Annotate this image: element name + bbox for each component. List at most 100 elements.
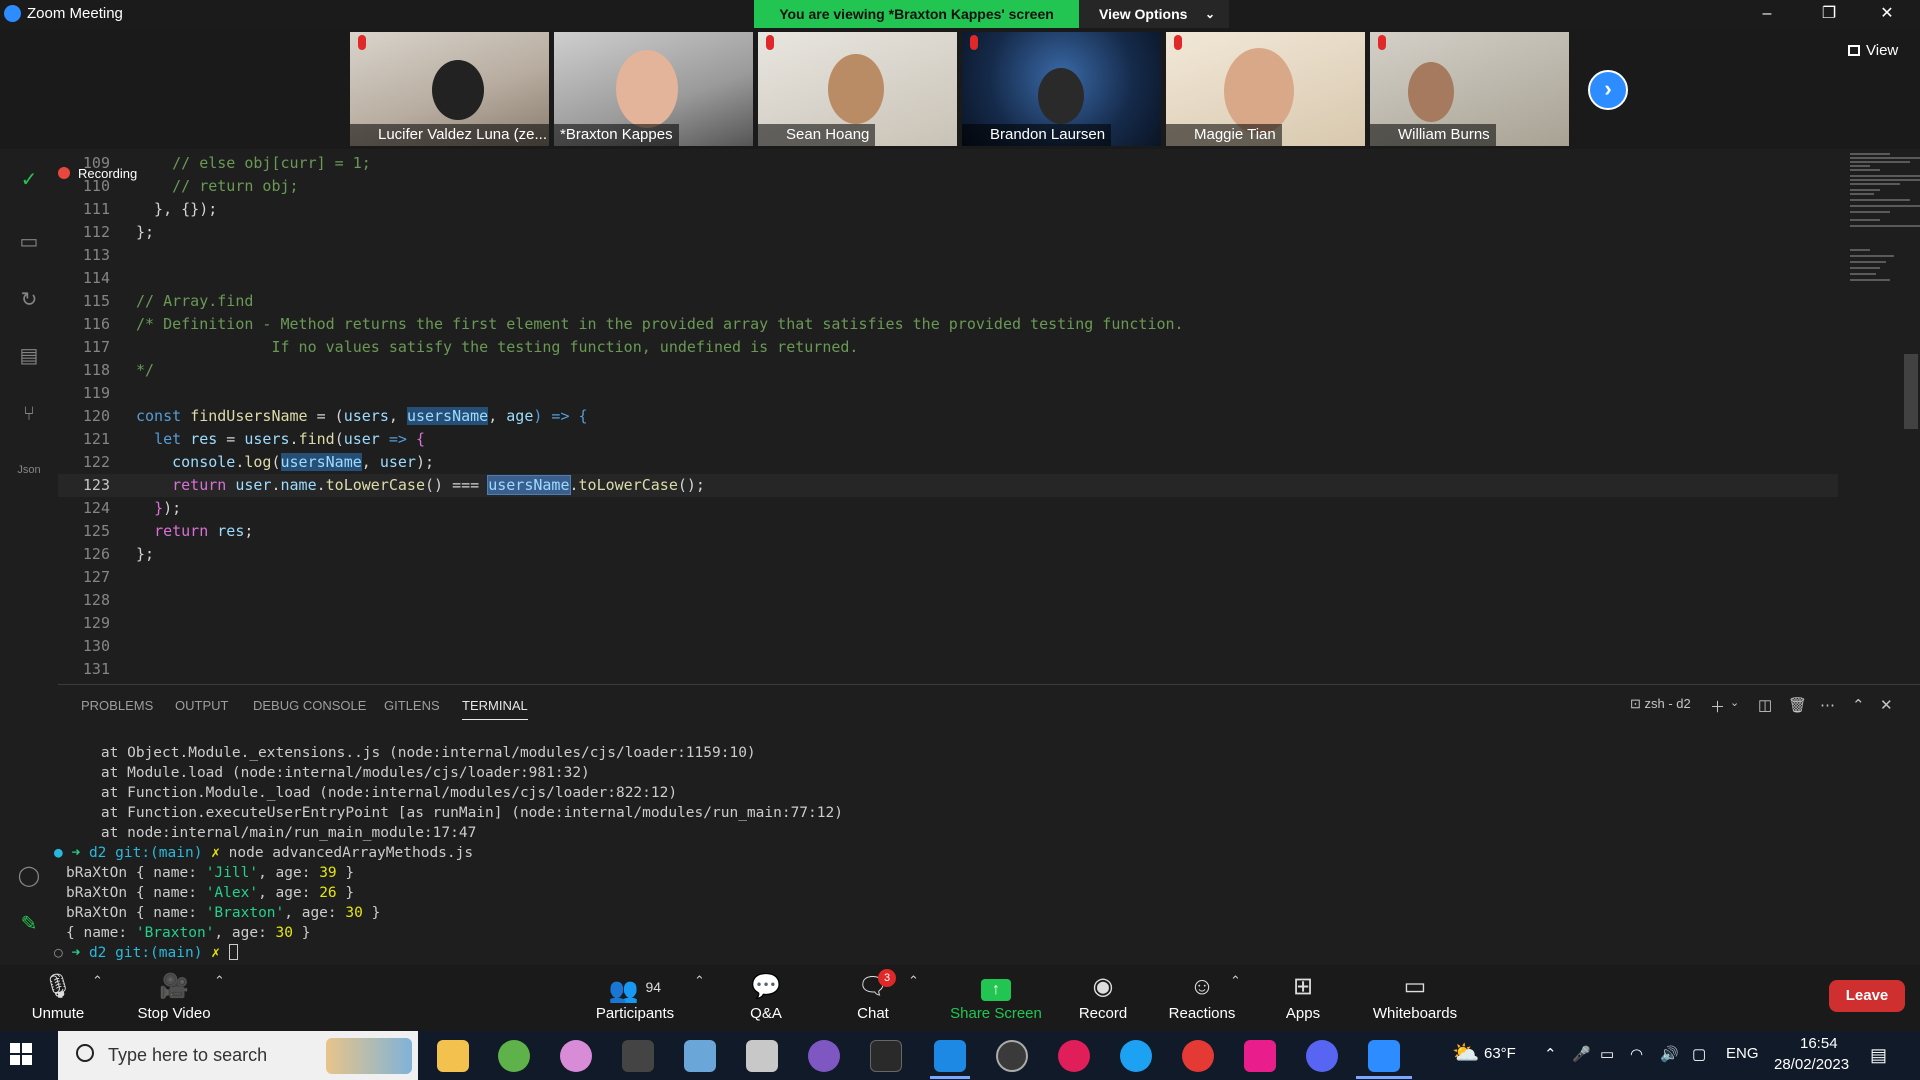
new-terminal-plus-icon[interactable]: ＋ xyxy=(1710,696,1725,717)
record-button[interactable]: ◉ Record xyxy=(1076,971,1130,1022)
battery-icon[interactable]: ▭ xyxy=(1600,1045,1614,1063)
gallery-next-button[interactable]: › xyxy=(1588,70,1628,110)
reactions-button[interactable]: ☺ Reactions xyxy=(1168,971,1236,1022)
unmute-button[interactable]: 🎙 Unmute xyxy=(28,971,88,1022)
chrome-icon[interactable] xyxy=(1182,1040,1214,1072)
json-icon[interactable]: Json xyxy=(14,455,44,485)
display-icon[interactable]: ▢ xyxy=(1692,1045,1706,1063)
file-explorer-icon[interactable] xyxy=(437,1040,469,1072)
account-icon[interactable]: ◯ xyxy=(14,861,44,891)
participant-tile[interactable]: Lucifer Valdez Luna (ze... xyxy=(350,32,549,146)
code-line[interactable]: 117 If no values satisfy the testing fun… xyxy=(58,336,1838,359)
code-line[interactable]: 131 xyxy=(58,658,1838,681)
tab-output[interactable]: OUTPUT xyxy=(175,698,228,713)
notepad-icon[interactable] xyxy=(746,1040,778,1072)
maximize-panel-icon[interactable]: ⌃ xyxy=(1852,696,1865,714)
terminal-selector[interactable]: ⊡ zsh - d2 xyxy=(1630,696,1691,712)
tab-terminal[interactable]: TERMINAL xyxy=(462,698,528,720)
participant-tile[interactable]: Brandon Laursen xyxy=(962,32,1161,146)
zoom-taskbar-icon[interactable] xyxy=(1368,1040,1400,1072)
app-icon[interactable] xyxy=(498,1040,530,1072)
clock-time[interactable]: 16:54 xyxy=(1800,1035,1838,1052)
app-icon[interactable] xyxy=(1244,1040,1276,1072)
reactions-caret-icon[interactable]: ⌃ xyxy=(1230,973,1241,989)
app-icon[interactable] xyxy=(808,1040,840,1072)
code-editor[interactable]: 109 // else obj[curr] = 1; 110 // return … xyxy=(58,149,1920,684)
notifications-icon[interactable]: ▤ xyxy=(1870,1045,1887,1066)
code-line[interactable]: 124 }); xyxy=(58,497,1838,520)
leave-button[interactable]: Leave xyxy=(1829,980,1905,1012)
code-line[interactable]: 127 xyxy=(58,566,1838,589)
chat-caret-icon[interactable]: ⌃ xyxy=(908,973,919,989)
chevron-down-icon[interactable]: ⌄ xyxy=(1730,696,1739,709)
participants-caret-icon[interactable]: ⌃ xyxy=(694,973,705,989)
code-line[interactable]: 126}; xyxy=(58,543,1838,566)
microphone-tray-icon[interactable]: 🎤 xyxy=(1572,1045,1591,1063)
code-line[interactable]: 125 return res; xyxy=(58,520,1838,543)
vscode-icon[interactable] xyxy=(934,1040,966,1072)
code-line[interactable]: 113 xyxy=(58,244,1838,267)
code-line[interactable]: 115 // Array.find xyxy=(58,290,1838,313)
pencil-icon[interactable]: ✎ xyxy=(14,909,44,939)
video-options-caret-icon[interactable]: ⌃ xyxy=(214,973,225,989)
obs-icon[interactable] xyxy=(996,1040,1028,1072)
code-line[interactable]: 122 console.log(usersName, user); xyxy=(58,451,1838,474)
live-share-icon[interactable]: ↻ xyxy=(14,285,44,315)
code-line[interactable]: 129 xyxy=(58,612,1838,635)
clock-date[interactable]: 28/02/2023 xyxy=(1774,1056,1849,1073)
code-line[interactable]: 118 */ xyxy=(58,359,1838,382)
code-line[interactable]: 121 let res = users.find(user => { xyxy=(58,428,1838,451)
gitlens-icon[interactable]: ⑂ xyxy=(14,399,44,429)
qa-button[interactable]: 💬 Q&A xyxy=(744,971,788,1022)
app-icon[interactable] xyxy=(622,1040,654,1072)
more-actions-icon[interactable]: ⋯ xyxy=(1820,696,1835,714)
chat-button[interactable]: 🗨 3 Chat xyxy=(850,969,896,1022)
code-line[interactable]: 130 xyxy=(58,635,1838,658)
volume-icon[interactable]: 🔊 xyxy=(1660,1045,1679,1063)
whiteboards-button[interactable]: ▭ Whiteboards xyxy=(1370,971,1460,1022)
language-indicator[interactable]: ENG xyxy=(1726,1045,1759,1062)
participant-tile[interactable]: Maggie Tian xyxy=(1166,32,1365,146)
participants-button[interactable]: 👥 94 Participants xyxy=(592,971,678,1022)
slack-icon[interactable] xyxy=(1058,1040,1090,1072)
view-layout-button[interactable]: View xyxy=(1848,42,1898,59)
close-window-button[interactable]: ✕ xyxy=(1864,2,1910,26)
tab-debug-console[interactable]: DEBUG CONSOLE xyxy=(253,698,366,713)
tab-gitlens[interactable]: GITLENS xyxy=(384,698,440,713)
participant-tile-active[interactable]: *Braxton Kappes xyxy=(554,32,753,146)
close-panel-icon[interactable]: ✕ xyxy=(1880,696,1893,714)
remote-explorer-icon[interactable]: ▭ xyxy=(14,227,44,257)
discord-icon[interactable] xyxy=(1306,1040,1338,1072)
apps-button[interactable]: ⊞ Apps xyxy=(1280,971,1326,1022)
wifi-icon[interactable]: ◠ xyxy=(1630,1045,1643,1063)
stop-video-button[interactable]: 🎥 Stop Video xyxy=(132,971,216,1022)
code-line[interactable]: 110 // return obj; xyxy=(58,175,1838,198)
paint-icon[interactable] xyxy=(560,1040,592,1072)
taskbar-search[interactable]: Type here to search xyxy=(58,1031,418,1080)
edge-icon[interactable] xyxy=(1120,1040,1152,1072)
view-options-button[interactable]: View Options ⌄ xyxy=(1079,0,1229,28)
tray-chevron-icon[interactable]: ⌃ xyxy=(1544,1045,1557,1063)
audio-options-caret-icon[interactable]: ⌃ xyxy=(92,973,103,989)
code-line[interactable]: 123 return user.name.toLowerCase() === u… xyxy=(58,474,1838,497)
code-line[interactable]: 116 /* Definition - Method returns the fi… xyxy=(58,313,1838,336)
code-line[interactable]: 109 // else obj[curr] = 1; xyxy=(58,152,1838,175)
code-line[interactable]: 119 xyxy=(58,382,1838,405)
code-line[interactable]: 128 xyxy=(58,589,1838,612)
participant-tile[interactable]: William Burns xyxy=(1370,32,1569,146)
shield-icon[interactable]: ✓ xyxy=(14,165,44,195)
windows-start-icon[interactable] xyxy=(10,1043,32,1065)
minimize-button[interactable]: – xyxy=(1744,2,1790,26)
restore-button[interactable]: ❐ xyxy=(1806,2,1852,26)
share-screen-button[interactable]: ↑ Share Screen xyxy=(944,971,1048,1022)
code-line[interactable]: 114 xyxy=(58,267,1838,290)
editor-scrollbar[interactable] xyxy=(1904,354,1918,429)
weather-temp[interactable]: 63°F xyxy=(1484,1045,1516,1062)
split-terminal-icon[interactable]: ◫ xyxy=(1758,696,1772,714)
terminal-app-icon[interactable] xyxy=(870,1040,902,1072)
code-line[interactable]: 120 const findUsersName = (users, usersNa… xyxy=(58,405,1838,428)
app-icon[interactable] xyxy=(684,1040,716,1072)
docker-icon[interactable]: ▤ xyxy=(14,341,44,371)
tab-problems[interactable]: PROBLEMS xyxy=(81,698,153,713)
code-line[interactable]: 111 }, {}); xyxy=(58,198,1838,221)
